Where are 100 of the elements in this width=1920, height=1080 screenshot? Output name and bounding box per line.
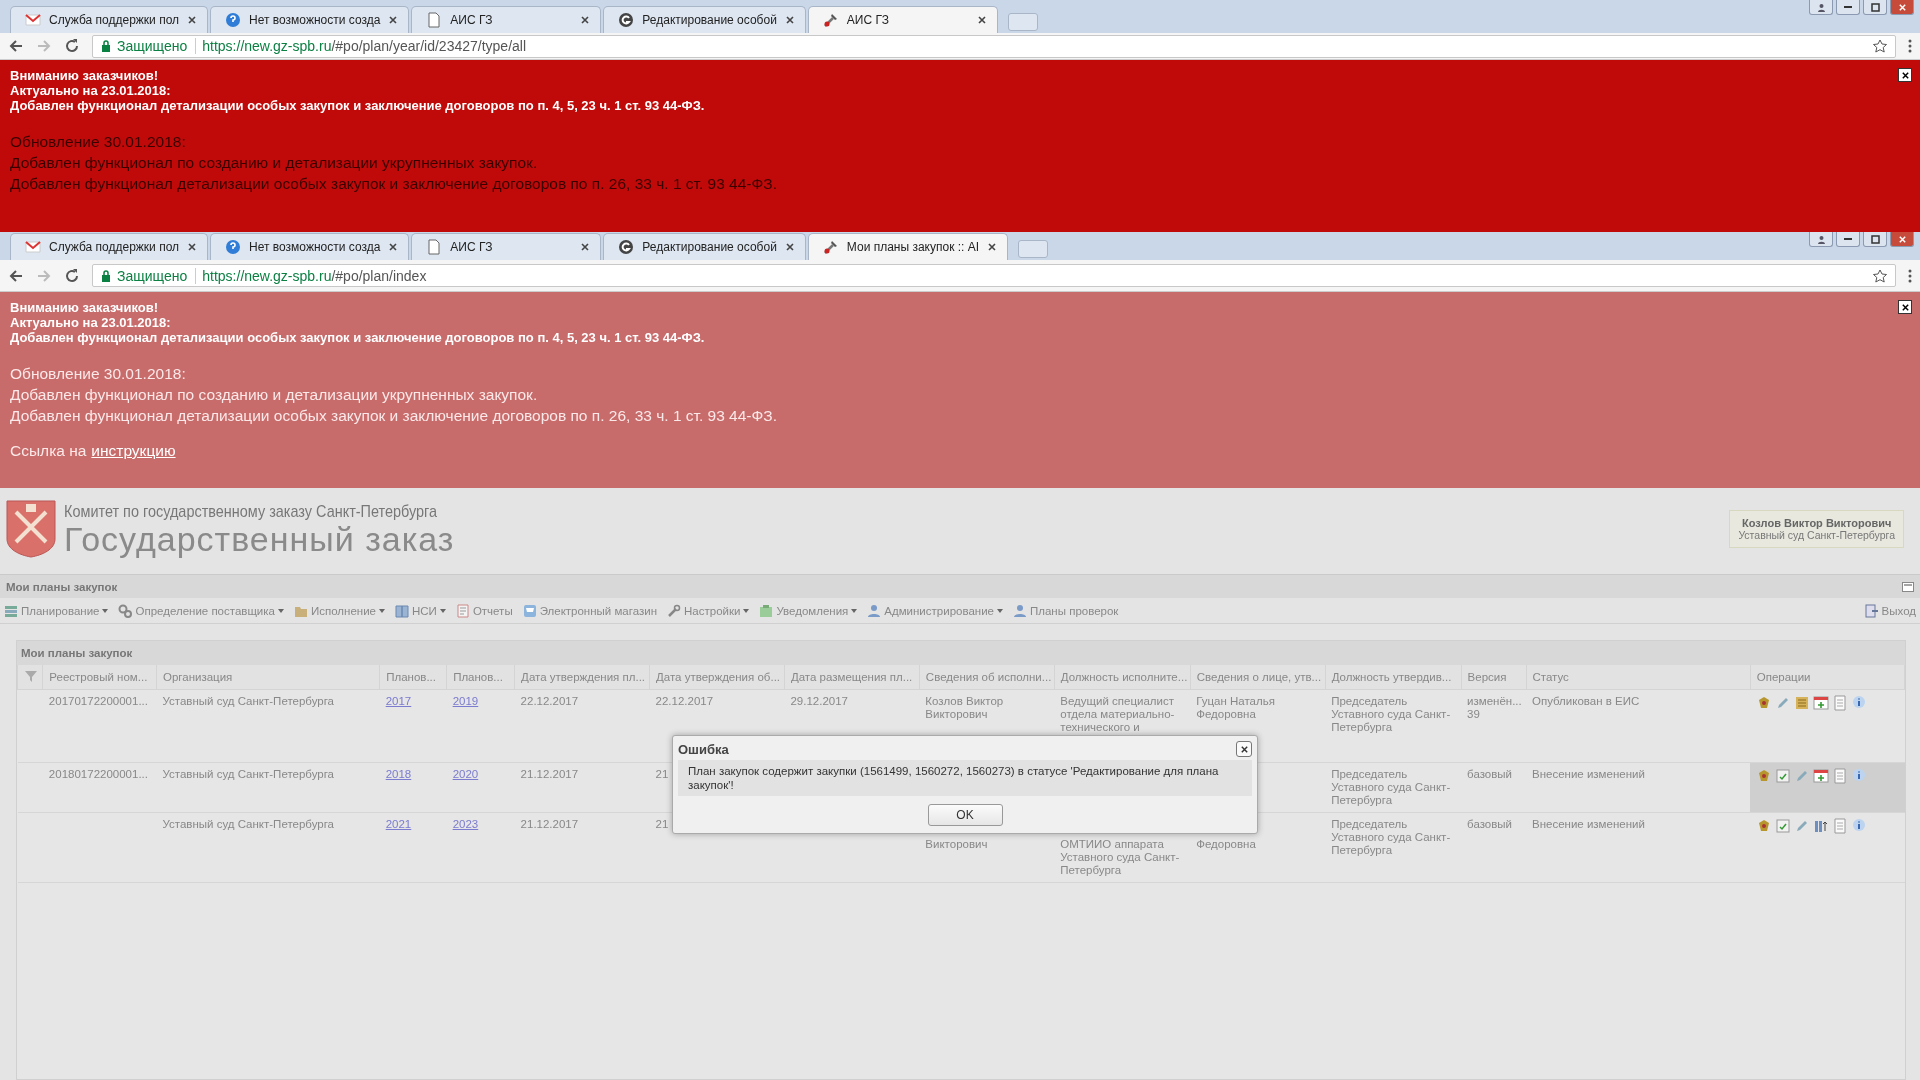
notice-heading: Вниманию заказчиков! [10, 300, 158, 315]
column-header[interactable]: Должность утвердив... [1325, 665, 1462, 689]
site-title: Государственный заказ [64, 522, 456, 556]
checklist-icon[interactable] [1775, 767, 1792, 784]
table-cell: 20180172200001... [48, 767, 148, 781]
minimize-button[interactable] [1836, 0, 1860, 15]
browser-tab[interactable]: Служба поддержки пол [10, 233, 209, 260]
column-header[interactable]: Планов... [379, 665, 447, 689]
column-header[interactable]: Планов... [446, 665, 515, 689]
column-header[interactable]: Сведения о лице, утв... [1190, 665, 1326, 689]
column-header[interactable]: Организация [156, 665, 380, 689]
year-link[interactable]: 2018 [385, 767, 412, 780]
info-icon[interactable] [1851, 817, 1868, 834]
menu-item[interactable]: Администрирование [867, 603, 1003, 618]
menu-item[interactable]: Отчеты [455, 603, 513, 618]
calendar-icon[interactable] [1813, 694, 1830, 711]
close-button[interactable] [1898, 300, 1912, 314]
back-icon[interactable] [8, 38, 24, 54]
exit-button[interactable]: Выход [1864, 603, 1916, 618]
panel-title: Мои планы закупок [6, 580, 118, 593]
browser-tab[interactable]: АИС ГЗ [807, 6, 998, 33]
menu-item[interactable]: Определение поставщика [118, 603, 284, 618]
menu-item[interactable]: Электронный магазин [522, 603, 657, 618]
close-icon [1897, 234, 1907, 244]
subtitle-text: Комитет по государственному заказу Санкт-Петербурга [64, 502, 439, 522]
info-icon[interactable] [1851, 694, 1868, 711]
year-link[interactable]: 2017 [385, 694, 412, 707]
star-icon[interactable] [1873, 268, 1887, 283]
emblem-logo [6, 500, 56, 558]
user-button[interactable] [1809, 232, 1833, 247]
circle-icon [618, 12, 635, 28]
notice-heading: Добавлен функционал детализации особых закупок и заключение договоров по п. 4, 5, 23 ч. 1 ст. 93 44-ФЗ. [10, 98, 705, 113]
browser-tab[interactable]: Нет возможности созда [210, 6, 410, 33]
year-link[interactable]: 2023 [452, 817, 479, 830]
minimize-button[interactable] [1836, 232, 1860, 247]
year-link[interactable]: 2020 [452, 767, 479, 780]
maximize-button[interactable] [1863, 0, 1887, 15]
browser-tab[interactable]: АИС ГЗ [411, 6, 602, 33]
table-cell-text: Гуцан Наталья Федоровна [1196, 694, 1276, 721]
menu-icon[interactable] [1908, 39, 1912, 53]
column-header[interactable]: Версия [1461, 665, 1526, 689]
minimize-icon [1844, 6, 1852, 8]
table-cell: 29.12.2017 [790, 694, 848, 708]
reload-icon[interactable] [64, 267, 80, 284]
menu-item[interactable]: Исполнение [294, 603, 385, 618]
browser-tab[interactable]: Нет возможности созда [210, 233, 410, 260]
close-button[interactable] [1898, 68, 1912, 82]
table-cell-text: Председатель Уставного суда Санкт-Петербурга [1331, 817, 1452, 857]
caret-icon [851, 608, 858, 613]
browser-tab[interactable]: Служба поддержки пол [10, 6, 209, 33]
grid-title: Мои планы закупок [17, 641, 1905, 665]
menu-item[interactable]: Планирование [4, 603, 109, 618]
column-header[interactable]: Реестровый ном... [42, 665, 157, 689]
year-link[interactable]: 2021 [385, 817, 412, 830]
menu-item[interactable]: Планы проверок [1013, 603, 1119, 618]
close-icon [1900, 302, 1910, 312]
maximize-icon [1870, 2, 1880, 12]
table-cell: Уставный суд Санкт-Петербурга [162, 817, 334, 831]
column-header[interactable]: Дата утверждения об... [649, 665, 785, 689]
browser-tab[interactable]: Редактирование особой [603, 6, 806, 33]
menu-icon[interactable] [1908, 268, 1912, 283]
ok-button[interactable]: OK [927, 804, 1003, 826]
close-button[interactable] [1236, 741, 1252, 757]
collapse-icon[interactable] [1902, 581, 1914, 592]
column-header[interactable]: Статус [1526, 665, 1751, 689]
notification-icon [759, 603, 774, 618]
column-header[interactable]: Дата утверждения пл... [514, 665, 650, 689]
calendar-icon[interactable] [1813, 767, 1830, 784]
table-cell: Уставный суд Санкт-Петербурга [162, 694, 334, 708]
report-icon [455, 603, 470, 618]
reload-icon[interactable] [64, 38, 80, 54]
table-cell-text: Козлов Виктор Викторович [925, 694, 1005, 721]
menu-item[interactable]: НСИ [395, 603, 446, 618]
instruction-link[interactable]: инструкцию [91, 440, 176, 461]
maximize-button[interactable] [1863, 232, 1887, 247]
person-icon [1013, 603, 1027, 618]
caret-icon [997, 608, 1003, 613]
column-header[interactable]: Должность исполните... [1054, 665, 1191, 689]
menu-item[interactable]: Настройки [667, 603, 750, 618]
address-bar[interactable]: Защищено https://new.gz-spb.ru/#po/plan/year/id/23427/type/all [92, 34, 1896, 58]
checklist-icon[interactable] [1775, 817, 1792, 834]
column-header[interactable]: Дата размещения пл... [784, 665, 920, 689]
back-icon[interactable] [8, 267, 24, 284]
notice-text: Ссылка на [10, 441, 87, 461]
column-header[interactable]: Сведения об исполни... [919, 665, 1055, 689]
browser-tab[interactable]: Мои планы закупок :: АІ [807, 233, 1009, 260]
address-bar[interactable]: Защищено https://new.gz-spb.ru/#po/plan/index [92, 264, 1896, 287]
browser-tab[interactable]: Редактирование особой [603, 233, 806, 260]
table-cell-text: Ведущий специалист отдела материально-технического и [1060, 694, 1176, 734]
table-cell: базовый [1467, 767, 1512, 781]
user-button[interactable] [1809, 0, 1833, 15]
table-cell: 21.12.2017 [520, 767, 579, 781]
menu-item[interactable]: Уведомления [759, 603, 858, 618]
info-icon[interactable] [1851, 767, 1868, 784]
notice-text: Добавлен функционал детализации особых закупок и заключение договоров по п. 26, 33 ч. 1 ст. 93 44-ФЗ. [10, 406, 778, 426]
star-icon[interactable] [1873, 39, 1887, 53]
page-icon [426, 12, 443, 28]
browser-tab[interactable]: АИС ГЗ [411, 233, 602, 260]
year-link[interactable]: 2019 [452, 694, 479, 707]
column-header[interactable]: Операции [1750, 665, 1905, 689]
